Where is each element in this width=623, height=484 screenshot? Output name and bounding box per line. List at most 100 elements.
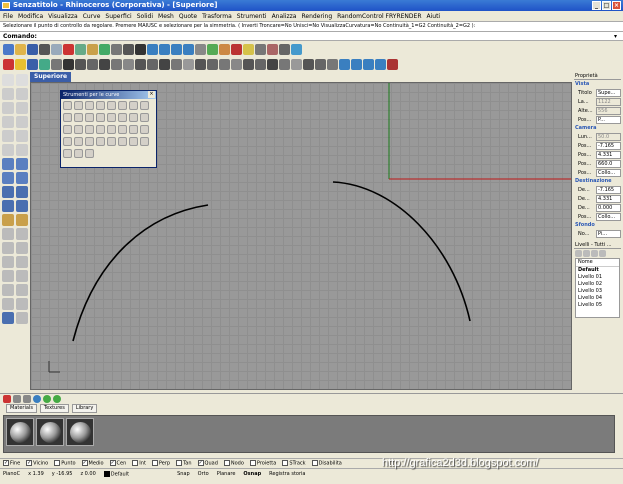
osnap-proietta[interactable]: Proietta (249, 460, 276, 467)
object-properties-icon[interactable] (267, 44, 278, 55)
curve-from-2-views-icon[interactable] (140, 113, 149, 122)
blue-sphere-icon[interactable] (33, 395, 41, 403)
layer-item[interactable]: Livello 05 (576, 302, 619, 309)
split-icon[interactable] (147, 59, 158, 70)
extend-icon[interactable] (123, 59, 134, 70)
new-sublayer-icon[interactable] (583, 250, 590, 257)
arc-blend-icon[interactable] (129, 101, 138, 110)
fillet-curve-icon[interactable] (2, 144, 14, 156)
array-tool-icon[interactable] (16, 284, 28, 296)
refit-icon[interactable] (129, 113, 138, 122)
prop-value[interactable]: 0.000 (596, 203, 621, 212)
zoom-icon[interactable] (147, 44, 158, 55)
osnap-perp[interactable]: Perp (151, 460, 170, 467)
project-icon[interactable] (63, 137, 72, 146)
layer-item[interactable]: Default (576, 267, 619, 274)
bend-icon[interactable] (140, 137, 149, 146)
prop-value[interactable]: 4.331 (596, 150, 621, 159)
snap-toggle[interactable]: Snap (177, 471, 190, 477)
osnap-punto[interactable]: Punto (54, 460, 76, 467)
status-cplane[interactable]: PianoC (3, 471, 20, 477)
blend-icon[interactable] (99, 59, 110, 70)
cplane-icon[interactable] (207, 44, 218, 55)
menu-aiuti[interactable]: Aiuti (427, 13, 441, 20)
layer-item[interactable]: Livello 03 (576, 288, 619, 295)
move-icon[interactable] (195, 59, 206, 70)
curve-tools-close-icon[interactable]: × (148, 91, 155, 98)
osnap-strack[interactable]: STrack (282, 460, 306, 467)
command-line[interactable]: Comando: ▾ (0, 31, 623, 41)
mesh-icon[interactable] (2, 214, 14, 226)
section-vista[interactable]: Vista (574, 80, 621, 88)
viewport-layout-icon[interactable] (195, 44, 206, 55)
light-icon[interactable] (243, 44, 254, 55)
osnap-nodo[interactable]: Nodo (223, 460, 244, 467)
place-camera-button[interactable]: Collo... (596, 168, 621, 177)
green-sphere-icon[interactable] (43, 395, 51, 403)
dec-icon[interactable] (74, 125, 83, 134)
menu-solidi[interactable]: Solidi (137, 13, 153, 20)
zoom-window-icon[interactable] (159, 44, 170, 55)
smooth-icon[interactable] (129, 137, 138, 146)
rotate-tool-icon[interactable] (2, 270, 14, 282)
place-target-button[interactable]: Collo... (596, 212, 621, 221)
pan-icon[interactable] (123, 44, 134, 55)
group-icon[interactable] (183, 59, 194, 70)
right-arc-curve[interactable] (332, 181, 471, 322)
solid-tools-icon[interactable] (2, 312, 14, 324)
environment-icon[interactable] (39, 59, 50, 70)
box-icon[interactable] (2, 186, 14, 198)
delete-icon[interactable] (387, 59, 398, 70)
arc-icon[interactable] (2, 116, 14, 128)
symmetry-icon[interactable] (140, 101, 149, 110)
match-icon[interactable] (85, 149, 94, 158)
status-layer[interactable]: Default (103, 470, 129, 477)
new-icon[interactable] (3, 44, 14, 55)
hide-icon[interactable] (339, 59, 350, 70)
osnap-quad[interactable]: ✓ Quad (197, 460, 218, 467)
menu-fryrender[interactable]: RandomControl FRYRENDER (337, 13, 421, 20)
delete-layer-icon[interactable] (591, 250, 598, 257)
prop-value[interactable]: Supe... (596, 88, 621, 97)
copy-icon[interactable] (75, 44, 86, 55)
close-crv-icon[interactable] (107, 125, 116, 134)
material-thumbnail[interactable] (66, 418, 94, 446)
rectangle-icon[interactable] (16, 130, 28, 142)
osnap-medio[interactable]: ✓ Medio (81, 460, 104, 467)
menu-modifica[interactable]: Modifica (18, 13, 43, 20)
boolean-icon[interactable] (16, 200, 28, 212)
remove-knot-icon[interactable] (107, 137, 116, 146)
osnap-disabilita[interactable]: Disabilita (311, 460, 342, 467)
crv-end-icon[interactable] (140, 125, 149, 134)
menu-quote[interactable]: Quote (179, 13, 197, 20)
help-icon[interactable] (291, 44, 302, 55)
planar-toggle[interactable]: Planare (217, 471, 236, 477)
blend-curves-icon[interactable] (85, 101, 94, 110)
trim-icon[interactable] (135, 59, 146, 70)
undo-icon[interactable] (99, 44, 110, 55)
cylinder-icon[interactable] (2, 200, 14, 212)
osnap-int[interactable]: Int (132, 460, 146, 467)
material-close-icon[interactable] (3, 395, 11, 403)
join-icon[interactable] (159, 59, 170, 70)
fit-curve-icon[interactable] (63, 125, 72, 134)
scale-tool-icon[interactable] (16, 270, 28, 282)
offset-curves-icon[interactable] (63, 113, 72, 122)
prop-value[interactable]: Pi... (596, 229, 621, 238)
surface-icon[interactable] (2, 158, 14, 170)
revolve-icon[interactable] (16, 172, 28, 184)
mirror-icon[interactable] (243, 59, 254, 70)
section-camera[interactable]: Camera (574, 124, 621, 132)
move-up-icon[interactable] (599, 250, 606, 257)
rebuild-icon[interactable] (75, 59, 86, 70)
curve-tools-titlebar[interactable]: Strumenti per le curve × (61, 91, 156, 99)
extrude-icon[interactable] (2, 172, 14, 184)
osnap-cen[interactable]: ✓ Cen (109, 460, 126, 467)
sphere-icon[interactable] (16, 186, 28, 198)
menu-file[interactable]: File (3, 13, 13, 20)
options-icon[interactable] (279, 44, 290, 55)
extend-curves-icon[interactable] (74, 113, 83, 122)
split-tool-icon[interactable] (16, 228, 28, 240)
orient-icon[interactable] (267, 59, 278, 70)
record-history-toggle[interactable]: Registra storia (269, 471, 305, 477)
